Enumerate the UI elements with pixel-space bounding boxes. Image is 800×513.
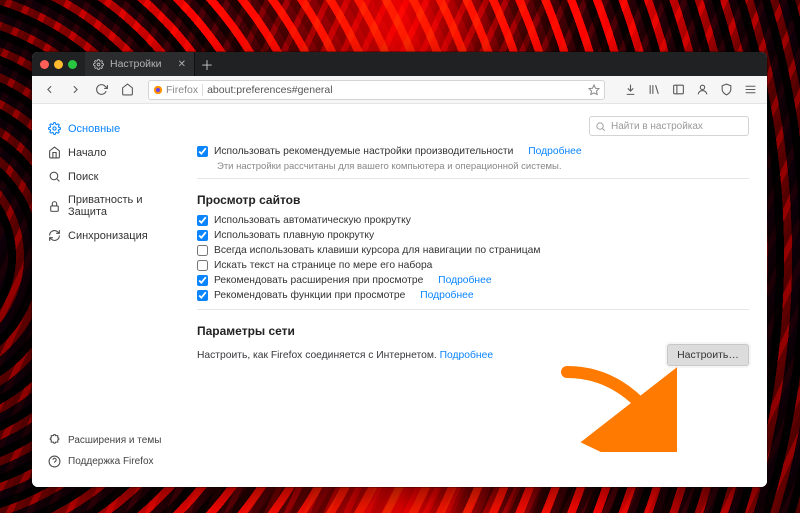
preferences-sidebar: Основные Начало Поиск Приватность и Защи…	[32, 104, 187, 487]
sidebar-item-sync[interactable]: Синхронизация	[44, 225, 187, 246]
divider	[197, 309, 749, 310]
search-icon	[595, 121, 606, 132]
shield-icon[interactable]	[715, 79, 737, 101]
checkbox-label: Всегда использовать клавиши курсора для …	[214, 245, 540, 256]
sidebar-item-label: Начало	[68, 147, 106, 159]
close-tab-icon[interactable]: ✕	[178, 59, 186, 70]
browser-window: Настройки ✕ ＋ Firefox about:preferences#…	[32, 52, 767, 487]
preferences-panel: Найти в настройках Использовать рекоменд…	[187, 104, 767, 487]
home-button[interactable]	[116, 79, 138, 101]
reload-button[interactable]	[90, 79, 112, 101]
sidebar-item-search[interactable]: Поиск	[44, 166, 187, 187]
tab-title: Настройки	[110, 58, 162, 70]
sidebar-item-general[interactable]: Основные	[44, 118, 187, 139]
checkbox-label: Использовать рекомендуемые настройки про…	[214, 146, 513, 157]
firefox-icon	[153, 85, 163, 95]
network-section: Параметры сети Настроить, как Firefox со…	[197, 324, 749, 366]
search-placeholder: Найти в настройках	[611, 121, 703, 132]
home-icon	[48, 146, 61, 159]
zoom-window-button[interactable]	[68, 60, 77, 69]
library-icon[interactable]	[643, 79, 665, 101]
preferences-content: Основные Начало Поиск Приватность и Защи…	[32, 104, 767, 487]
network-description: Настроить, как Firefox соединяется с Инт…	[197, 350, 437, 361]
network-settings-button[interactable]: Настроить…	[667, 344, 749, 366]
close-window-button[interactable]	[40, 60, 49, 69]
tab-bar: Настройки ✕ ＋	[32, 52, 767, 76]
checkbox-search-while-typing[interactable]	[197, 260, 208, 271]
sidebar-item-label: Приватность и Защита	[68, 194, 183, 218]
sidebar-item-label: Поиск	[68, 171, 98, 183]
back-button[interactable]	[38, 79, 60, 101]
lock-icon	[48, 200, 61, 213]
puzzle-icon	[48, 434, 61, 447]
checkbox-use-recommended-perf[interactable]	[197, 146, 208, 157]
nav-toolbar: Firefox about:preferences#general	[32, 76, 767, 104]
checkbox-label: Рекомендовать расширения при просмотре	[214, 275, 423, 286]
address-bar[interactable]: Firefox about:preferences#general	[148, 80, 605, 100]
checkbox-cursor-keys[interactable]	[197, 245, 208, 256]
tab-preferences[interactable]: Настройки ✕	[85, 52, 195, 76]
sidebar-item-label: Основные	[68, 123, 120, 135]
search-icon	[48, 170, 61, 183]
section-title: Просмотр сайтов	[197, 193, 749, 207]
window-controls	[32, 52, 85, 76]
section-title: Параметры сети	[197, 324, 749, 338]
menu-icon[interactable]	[739, 79, 761, 101]
annotation-arrow-icon	[557, 362, 677, 452]
sidebar-item-label: Синхронизация	[68, 230, 148, 242]
sidebar-item-label: Расширения и темы	[68, 435, 161, 446]
learn-more-link[interactable]: Подробнее	[420, 290, 473, 301]
checkbox-label: Искать текст на странице по мере его наб…	[214, 260, 432, 271]
checkbox-label: Рекомендовать функции при просмотре	[214, 290, 405, 301]
checkbox-recommend-features[interactable]	[197, 290, 208, 301]
identity-badge: Firefox	[153, 84, 203, 96]
sidebar-item-label: Поддержка Firefox	[68, 456, 154, 467]
bookmark-star-icon[interactable]	[588, 84, 600, 96]
sidebar-item-home[interactable]: Начало	[44, 142, 187, 163]
toolbar-actions	[615, 79, 761, 101]
sidebar-toggle-icon[interactable]	[667, 79, 689, 101]
downloads-icon[interactable]	[619, 79, 641, 101]
sidebar-item-extensions[interactable]: Расширения и темы	[44, 431, 187, 450]
checkbox-label: Использовать плавную прокрутку	[214, 230, 374, 241]
minimize-window-button[interactable]	[54, 60, 63, 69]
identity-label: Firefox	[166, 84, 198, 96]
sync-icon	[48, 229, 61, 242]
sidebar-item-privacy[interactable]: Приватность и Защита	[44, 190, 187, 222]
forward-button[interactable]	[64, 79, 86, 101]
learn-more-link[interactable]: Подробнее	[440, 350, 493, 361]
preferences-search[interactable]: Найти в настройках	[589, 116, 749, 136]
url-text: about:preferences#general	[207, 84, 333, 96]
new-tab-button[interactable]: ＋	[195, 52, 219, 76]
checkbox-label: Использовать автоматическую прокрутку	[214, 215, 411, 226]
gear-icon	[93, 59, 104, 70]
gear-icon	[48, 122, 61, 135]
account-icon[interactable]	[691, 79, 713, 101]
learn-more-link[interactable]: Подробнее	[438, 275, 491, 286]
divider	[197, 178, 749, 179]
sidebar-item-support[interactable]: Поддержка Firefox	[44, 452, 187, 471]
question-icon	[48, 455, 61, 468]
performance-note: Эти настройки рассчитаны для вашего комп…	[217, 161, 749, 172]
checkbox-smooth-scroll[interactable]	[197, 230, 208, 241]
checkbox-autoscroll[interactable]	[197, 215, 208, 226]
performance-section: Использовать рекомендуемые настройки про…	[197, 144, 749, 179]
browsing-section: Просмотр сайтов Использовать автоматичес…	[197, 193, 749, 310]
checkbox-recommend-extensions[interactable]	[197, 275, 208, 286]
learn-more-link[interactable]: Подробнее	[528, 146, 581, 157]
